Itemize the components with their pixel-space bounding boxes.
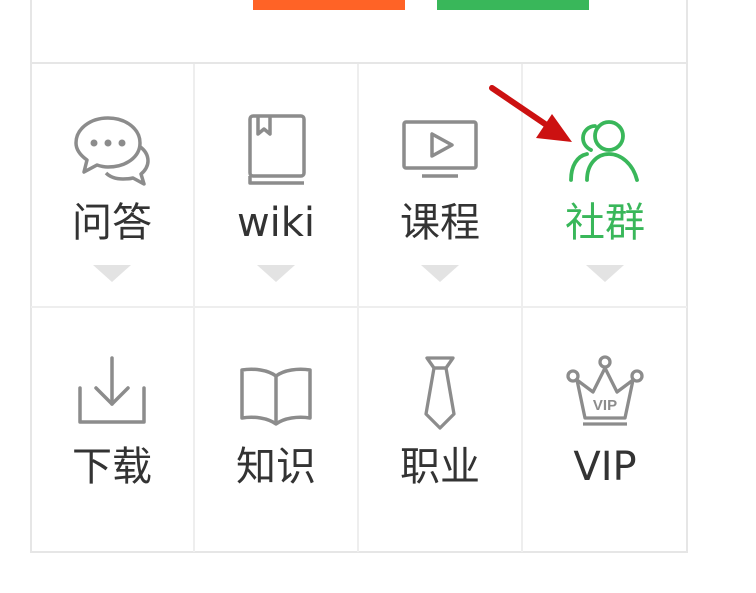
dropdown-caret-icon (257, 265, 295, 282)
video-play-icon (402, 120, 478, 178)
book-icon (248, 114, 306, 185)
menu-item-label: 问答 (72, 200, 152, 246)
download-icon (78, 356, 146, 424)
menu-item-label: wiki (236, 200, 316, 246)
menu-item-label: 课程 (400, 200, 480, 246)
dropdown-caret-icon (421, 265, 459, 282)
necktie-icon (424, 356, 456, 430)
menu-item-label: 职业 (400, 444, 480, 490)
menu-item-label: VIP (573, 444, 637, 490)
red-arrow-icon (489, 85, 572, 142)
open-book-icon (240, 367, 312, 426)
green-button[interactable] (437, 0, 589, 10)
menu-item-vip[interactable]: VIP VIP (523, 308, 687, 552)
category-grid: 问答 wiki 课程 社群 下载 知识 职业 VIP VIP (31, 62, 687, 553)
dropdown-caret-icon (586, 265, 624, 282)
menu-item-label: 知识 (236, 444, 316, 490)
menu-item-qa[interactable]: 问答 (31, 64, 195, 308)
menu-item-label: 社群 (565, 200, 645, 246)
orange-button[interactable] (253, 0, 405, 10)
vip-crown-icon: VIP (566, 355, 644, 426)
dropdown-caret-icon (93, 265, 131, 282)
menu-item-label: 下载 (72, 444, 152, 490)
menu-item-career[interactable]: 职业 (359, 308, 523, 552)
menu-item-wiki[interactable]: wiki (195, 64, 359, 308)
chat-bubbles-icon (74, 116, 150, 186)
menu-item-knowledge[interactable]: 知识 (195, 308, 359, 552)
svg-text:VIP: VIP (593, 397, 617, 414)
menu-item-download[interactable]: 下载 (31, 308, 195, 552)
